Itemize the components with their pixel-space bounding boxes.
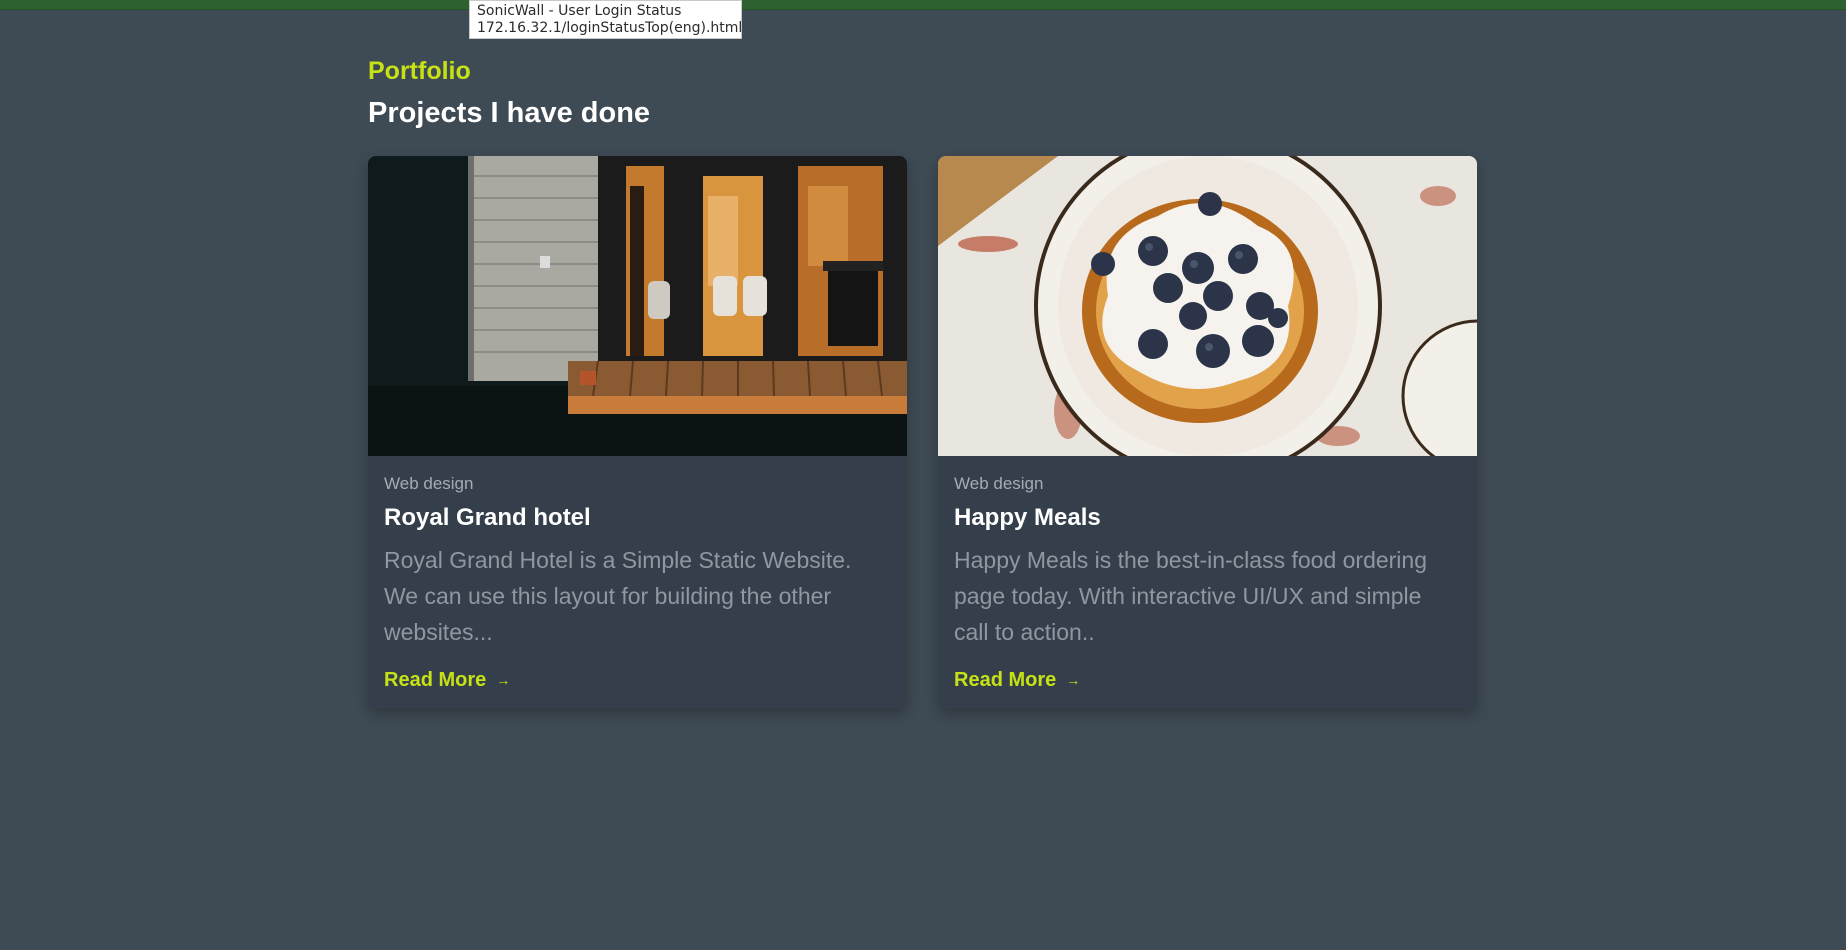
browser-top-strip xyxy=(0,0,1846,10)
project-cards: Web design Royal Grand hotel Royal Grand… xyxy=(368,156,1478,708)
project-title[interactable]: Happy Meals xyxy=(954,504,1461,532)
portfolio-section: Portfolio Projects I have done Web desig… xyxy=(368,56,1478,708)
section-eyebrow: Portfolio xyxy=(368,57,471,85)
read-more-label: Read More xyxy=(954,669,1057,691)
project-card-royal-grand: Web design Royal Grand hotel Royal Grand… xyxy=(368,156,907,708)
project-image-pancakes xyxy=(938,156,1477,456)
project-card-happy-meals: Web design Happy Meals Happy Meals is th… xyxy=(938,156,1477,708)
tooltip-title: SonicWall - User Login Status xyxy=(477,3,682,19)
read-more-label: Read More xyxy=(384,669,487,691)
read-more-link[interactable]: Read More → xyxy=(384,668,510,692)
arrow-right-icon: → xyxy=(496,672,511,688)
card-body: Web design Happy Meals Happy Meals is th… xyxy=(938,456,1477,650)
project-category: Web design xyxy=(384,474,474,493)
section-heading: Projects I have done xyxy=(368,97,651,129)
project-description: Happy Meals is the best-in-class food or… xyxy=(954,547,1428,645)
project-category: Web design xyxy=(954,474,1044,493)
project-image-hotel xyxy=(368,156,907,456)
arrow-right-icon: → xyxy=(1066,672,1081,688)
tooltip-url: 172.16.32.1/loginStatusTop(eng).html xyxy=(477,20,743,36)
link-tooltip: SonicWall - User Login Status 172.16.32.… xyxy=(469,0,742,39)
read-more-link[interactable]: Read More → xyxy=(954,668,1080,692)
project-description: Royal Grand Hotel is a Simple Static Web… xyxy=(384,547,852,645)
project-title[interactable]: Royal Grand hotel xyxy=(384,504,891,532)
card-body: Web design Royal Grand hotel Royal Grand… xyxy=(368,456,907,650)
